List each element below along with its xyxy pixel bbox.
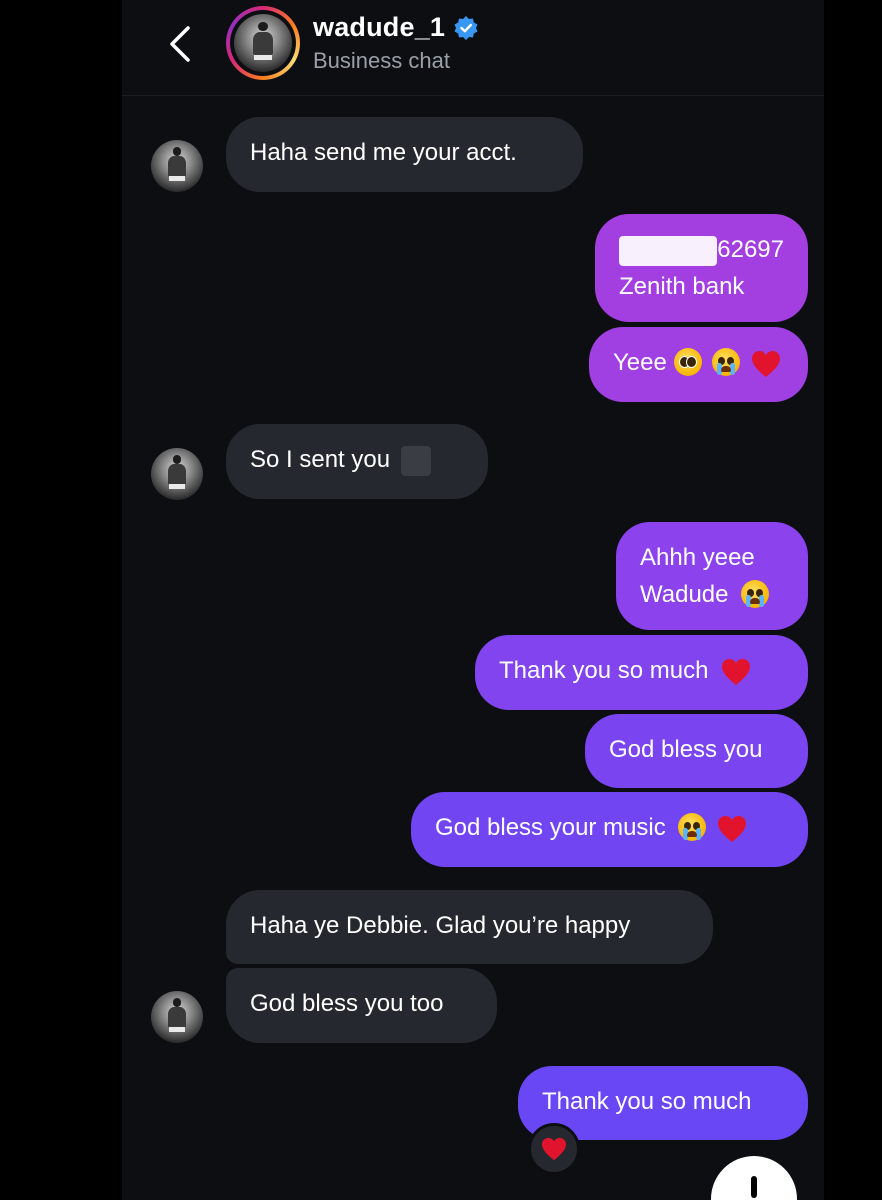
red-heart-icon xyxy=(751,350,780,377)
back-button[interactable] xyxy=(168,24,192,64)
loudly-crying-face-icon xyxy=(741,579,770,608)
loudly-crying-face-icon xyxy=(678,812,707,841)
username-row[interactable]: wadude_1 xyxy=(313,12,479,43)
chat-header: wadude_1 Business chat xyxy=(122,0,824,96)
outgoing-message[interactable]: 62697 Zenith bank xyxy=(595,214,808,322)
chat-subtitle: Business chat xyxy=(313,48,450,73)
red-heart-icon xyxy=(542,1137,566,1161)
verified-badge-icon xyxy=(454,15,478,40)
redaction-mark xyxy=(400,445,431,476)
outgoing-message[interactable]: Yeee xyxy=(589,327,808,402)
scroll-down-icon xyxy=(751,1176,757,1198)
scroll-down-button[interactable] xyxy=(711,1156,797,1200)
outgoing-message[interactable]: Ahhh yeee Wadude xyxy=(616,522,808,630)
chat-screen: wadude_1 Business chat Haha send me your… xyxy=(122,0,824,1200)
sender-avatar[interactable] xyxy=(151,991,203,1043)
red-heart-icon xyxy=(718,815,747,842)
outgoing-message[interactable]: Thank you so much xyxy=(475,635,808,710)
incoming-message[interactable]: Haha ye Debbie. Glad you’re happy xyxy=(226,890,713,964)
outgoing-message[interactable]: God bless you xyxy=(585,714,808,788)
incoming-message[interactable]: Haha send me your acct. xyxy=(226,117,583,192)
chevron-left-icon xyxy=(170,26,190,62)
red-heart-icon xyxy=(722,658,751,685)
sender-avatar[interactable] xyxy=(151,140,203,192)
profile-avatar[interactable] xyxy=(226,6,300,80)
message-reaction[interactable] xyxy=(528,1123,580,1175)
incoming-message[interactable]: So I sent you xyxy=(226,424,488,499)
pleading-face-icon xyxy=(673,347,702,376)
sender-avatar[interactable] xyxy=(151,448,203,500)
loudly-crying-face-icon xyxy=(712,347,741,376)
outgoing-message[interactable]: God bless your music xyxy=(411,792,808,867)
username: wadude_1 xyxy=(313,12,446,42)
redaction-mark xyxy=(619,235,718,266)
incoming-message[interactable]: God bless you too xyxy=(226,968,497,1043)
